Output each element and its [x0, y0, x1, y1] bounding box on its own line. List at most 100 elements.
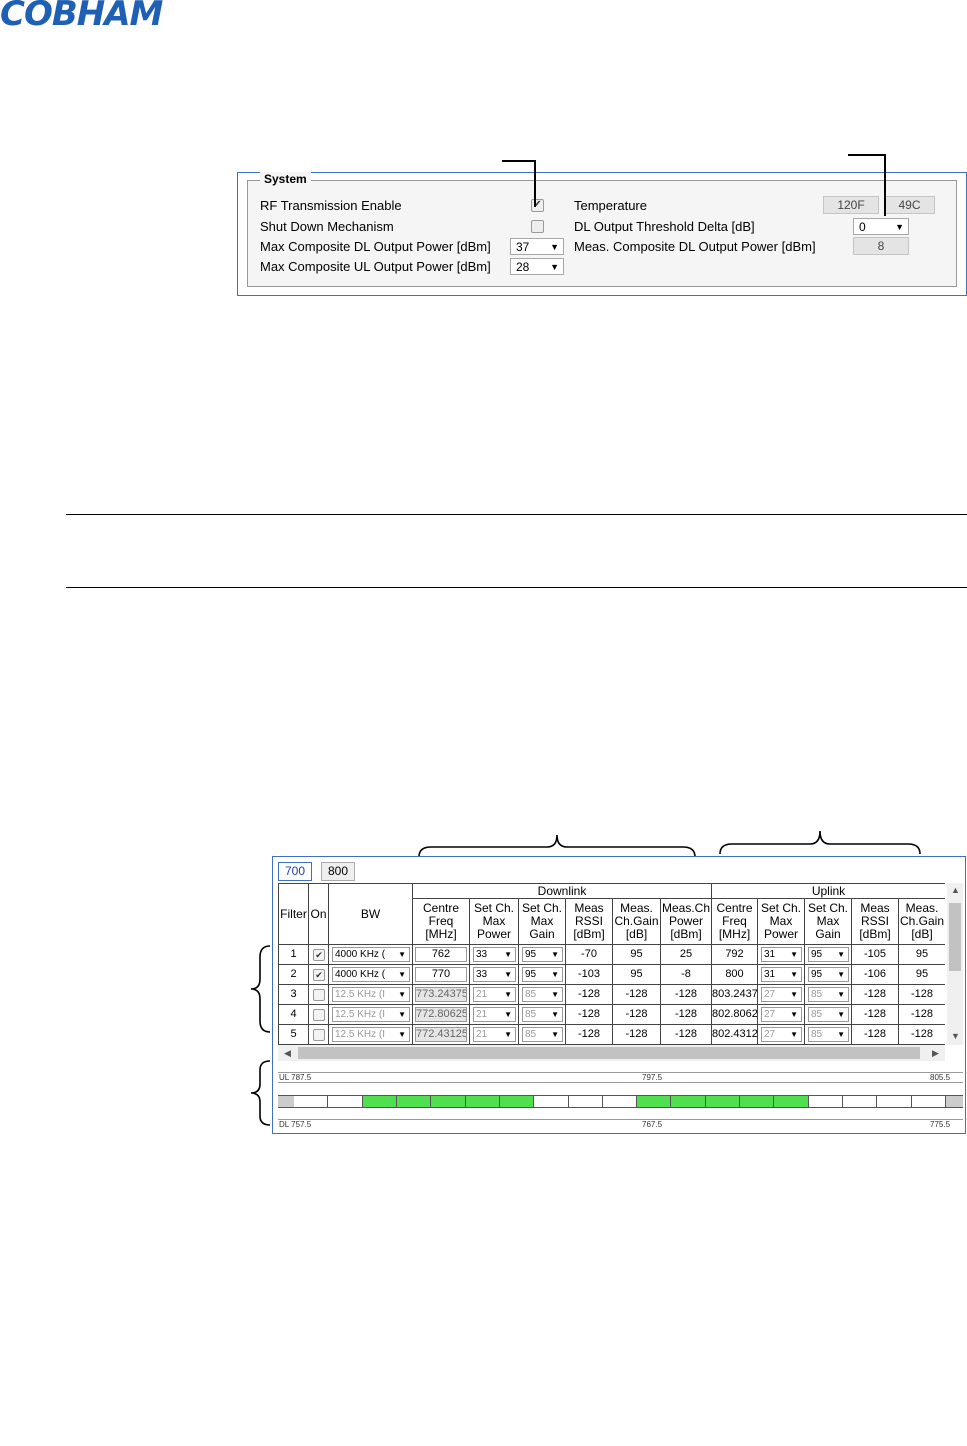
max-ul-label: Max Composite UL Output Power [dBm]: [260, 259, 491, 274]
dl-start-label: DL 757.5: [279, 1120, 312, 1129]
dl-meas-power-cell: -128: [661, 1025, 712, 1045]
chevron-down-icon: ▼: [504, 1010, 512, 1019]
ul-max-power-select[interactable]: 27 ▼: [761, 1007, 802, 1022]
ul-max-gain-select[interactable]: 85 ▼: [808, 1027, 849, 1042]
tab-800[interactable]: 800: [321, 862, 355, 881]
ul-max-power-select[interactable]: 27 ▼: [761, 987, 802, 1002]
row-number: 5: [279, 1025, 309, 1045]
vertical-scroll-thumb[interactable]: [949, 903, 961, 971]
dl-max-gain-select-value: 85: [525, 1029, 537, 1040]
ul-max-power-select-value: 27: [764, 989, 776, 1000]
dl-freq-input[interactable]: 762: [415, 947, 467, 962]
dl-max-gain-select[interactable]: 85 ▼: [522, 1027, 563, 1042]
header-dl_gain: Meas. Ch.Gain [dB]: [613, 899, 661, 945]
dl-max-gain-select[interactable]: 95 ▼: [522, 947, 563, 962]
ul-start-label: UL 787.5: [279, 1073, 312, 1082]
bw-select[interactable]: 12.5 KHz (I ▼: [332, 1007, 410, 1022]
dl-freq-input[interactable]: 770: [415, 967, 467, 982]
dl-power-cell: 21 ▼: [470, 1005, 519, 1025]
spectrum-segment: [568, 1096, 603, 1107]
spectrum-segment: [362, 1096, 397, 1107]
dl-threshold-select[interactable]: 0 ▼: [853, 218, 909, 235]
scroll-down-icon[interactable]: ▼: [951, 1031, 960, 1041]
dl-rssi-cell: -128: [566, 985, 613, 1005]
header-ul_rssi: Meas RSSI [dBm]: [852, 899, 899, 945]
bw-select[interactable]: 12.5 KHz (I ▼: [332, 987, 410, 1002]
row-number: 3: [279, 985, 309, 1005]
dl-freq-cell: 772.43125: [413, 1025, 470, 1045]
callout-line: [884, 154, 886, 216]
scroll-up-icon[interactable]: ▲: [951, 885, 960, 895]
dl-max-power-select[interactable]: 21 ▼: [473, 1007, 516, 1022]
max-ul-select[interactable]: 28 ▼: [510, 258, 564, 275]
chevron-down-icon: ▼: [790, 950, 798, 959]
scroll-right-icon[interactable]: ▶: [932, 1048, 939, 1059]
ul-freq-cell: 802.8062!: [712, 1005, 758, 1025]
ul-mid-label: 797.5: [642, 1073, 663, 1082]
filter-on-checkbox[interactable]: [313, 1029, 325, 1041]
dl-freq-cell: 772.80625: [413, 1005, 470, 1025]
system-fieldset: System RF Transmission Enable ✔ Shut Dow…: [247, 172, 957, 287]
header-dl_max_power: Set Ch. Max Power: [470, 899, 519, 945]
bw-select-value: 12.5 KHz (I: [335, 989, 386, 1000]
spectrum-line: [278, 1072, 963, 1073]
chevron-down-icon: ▼: [551, 970, 559, 979]
row-number: 4: [279, 1005, 309, 1025]
max-dl-select[interactable]: 37 ▼: [510, 238, 564, 255]
chevron-down-icon: ▼: [790, 990, 798, 999]
filter-on-checkbox[interactable]: [313, 1009, 325, 1021]
chevron-down-icon: ▼: [790, 970, 798, 979]
shutdown-checkbox[interactable]: [531, 220, 544, 233]
filter-on-checkbox[interactable]: [313, 989, 325, 1001]
ul-max-power-select[interactable]: 31 ▼: [761, 947, 802, 962]
dl-max-gain-select[interactable]: 95 ▼: [522, 967, 563, 982]
dl-max-power-select[interactable]: 33 ▼: [473, 947, 516, 962]
filter-on-checkbox[interactable]: ✔: [313, 969, 325, 981]
ul-max-gain-select-value: 85: [811, 1009, 823, 1020]
bw-select[interactable]: 4000 KHz (▼: [332, 947, 410, 962]
spectrum-segment: [431, 1096, 466, 1107]
scroll-left-icon[interactable]: ◀: [284, 1048, 291, 1059]
chevron-down-icon: ▼: [551, 950, 559, 959]
ul-gain-cell: 85 ▼: [805, 985, 852, 1005]
bw-select-value: 4000 KHz (: [335, 969, 386, 980]
rf-enable-checkbox[interactable]: ✔: [531, 199, 544, 212]
chevron-down-icon: ▼: [550, 242, 559, 252]
dl-power-cell: 21 ▼: [470, 1025, 519, 1045]
ul-max-power-select[interactable]: 31 ▼: [761, 967, 802, 982]
on-cell: [309, 985, 329, 1005]
filter-on-checkbox[interactable]: ✔: [313, 949, 325, 961]
bw-select[interactable]: 4000 KHz (▼: [332, 967, 410, 982]
bw-cell: 4000 KHz (▼: [329, 965, 413, 985]
dl-max-power-select[interactable]: 33 ▼: [473, 967, 516, 982]
dl-max-gain-select[interactable]: 85 ▼: [522, 1007, 563, 1022]
dl-meas-gain-cell: 95: [613, 945, 661, 965]
dl-max-gain-select-value: 95: [525, 969, 537, 980]
chevron-down-icon: ▼: [837, 950, 845, 959]
dl-max-gain-select[interactable]: 85 ▼: [522, 987, 563, 1002]
dl-max-power-select[interactable]: 21 ▼: [473, 987, 516, 1002]
ul-max-power-select-value: 27: [764, 1029, 776, 1040]
cobham-logo: COBHAM: [0, 0, 163, 34]
callout-line: [848, 154, 886, 156]
ul-max-power-select[interactable]: 27 ▼: [761, 1027, 802, 1042]
on-cell: ✔: [309, 945, 329, 965]
bw-select[interactable]: 12.5 KHz (I ▼: [332, 1027, 410, 1042]
dl-freq-input[interactable]: 773.24375: [415, 987, 467, 1002]
ul-max-gain-select[interactable]: 85 ▼: [808, 987, 849, 1002]
ul-max-gain-select[interactable]: 95 ▼: [808, 967, 849, 982]
ul-max-gain-select[interactable]: 95 ▼: [808, 947, 849, 962]
dl-freq-input[interactable]: 772.43125: [415, 1027, 467, 1042]
ul-max-gain-select[interactable]: 85 ▼: [808, 1007, 849, 1022]
dl-freq-input[interactable]: 772.80625: [415, 1007, 467, 1022]
chevron-down-icon: ▼: [398, 1010, 406, 1019]
ul-meas-gain-cell: -128: [899, 985, 945, 1005]
horizontal-scroll-thumb[interactable]: [298, 1047, 920, 1059]
header-dl_rssi: Meas RSSI [dBm]: [566, 899, 613, 945]
callout-line: [502, 160, 536, 162]
dl-max-power-select[interactable]: 21 ▼: [473, 1027, 516, 1042]
vertical-scrollbar[interactable]: ▲ ▼: [947, 883, 963, 1045]
tab-700[interactable]: 700: [278, 862, 312, 881]
horizontal-scrollbar[interactable]: ◀ ▶: [278, 1045, 945, 1061]
system-legend: System: [260, 172, 311, 186]
